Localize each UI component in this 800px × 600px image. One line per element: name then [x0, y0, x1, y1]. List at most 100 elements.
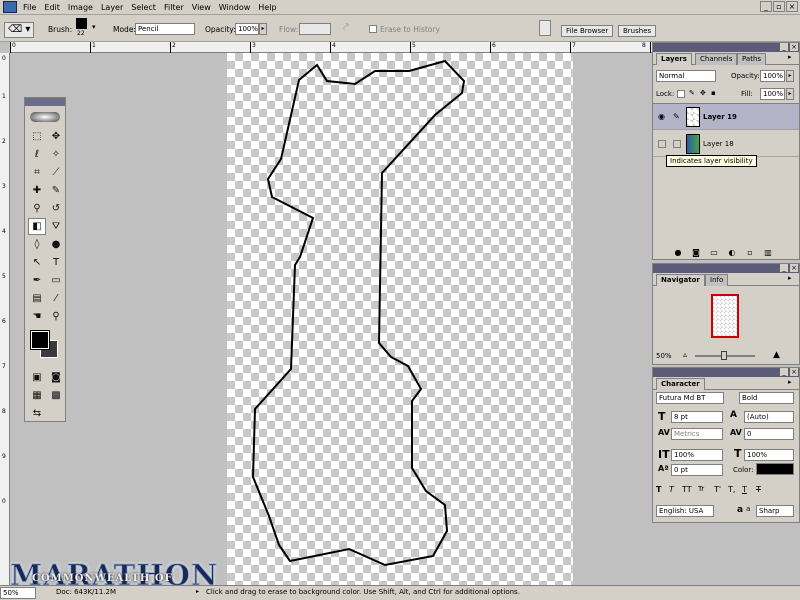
healing-brush-tool-icon[interactable]: ✚: [28, 182, 46, 199]
slice-tool-icon[interactable]: ⟋: [47, 164, 65, 181]
opacity-input[interactable]: 100%: [235, 23, 259, 35]
zoom-in-icon[interactable]: ▲: [773, 350, 780, 360]
underline-button[interactable]: T: [742, 485, 754, 497]
close-icon[interactable]: ×: [786, 1, 798, 12]
new-set-icon[interactable]: ▭: [709, 248, 719, 258]
language-select[interactable]: English: USA: [656, 505, 714, 517]
new-adjustment-layer-icon[interactable]: ◐: [727, 248, 737, 258]
panel-close-icon[interactable]: ×: [790, 43, 798, 51]
history-brush-tool-icon[interactable]: ↺: [47, 200, 65, 217]
hand-tool-icon[interactable]: ☚: [28, 308, 46, 325]
type-tool-icon[interactable]: T: [47, 254, 65, 271]
navigator-preview[interactable]: [711, 294, 739, 338]
eraser-tool-icon[interactable]: ◧: [28, 218, 46, 235]
clone-stamp-tool-icon[interactable]: ⚲: [28, 200, 46, 217]
horizontal-scale-input[interactable]: 100%: [744, 449, 794, 461]
status-zoom[interactable]: 50%: [0, 587, 36, 599]
layer-name[interactable]: Layer 19: [703, 113, 737, 121]
status-arrow-icon[interactable]: ▸: [196, 588, 199, 595]
eraser-tool-preset-icon[interactable]: ⌫ ▾: [4, 22, 34, 38]
brush-link-icon[interactable]: ✎: [673, 112, 680, 121]
airbrush-icon[interactable]: ⤤: [343, 22, 349, 33]
mode-select[interactable]: Pencil: [135, 23, 195, 35]
path-selection-tool-icon[interactable]: ↖: [28, 254, 46, 271]
fill-input[interactable]: 100%: [760, 88, 785, 100]
tab-paths[interactable]: Paths: [737, 53, 767, 65]
marquee-tool-icon[interactable]: ⬚: [28, 128, 46, 145]
panel-close-icon[interactable]: ×: [790, 368, 798, 376]
menu-help[interactable]: Help: [254, 3, 280, 12]
panel-minimize-icon[interactable]: _: [780, 264, 788, 272]
lock-transparency-checkbox[interactable]: [677, 90, 685, 98]
superscript-button[interactable]: T': [714, 485, 726, 497]
pen-tool-icon[interactable]: ✒: [28, 272, 46, 289]
zoom-tool-icon[interactable]: ⚲: [47, 308, 65, 325]
strikethrough-button[interactable]: T: [756, 485, 768, 497]
eyedropper-tool-icon[interactable]: ⁄: [47, 290, 65, 307]
menu-view[interactable]: View: [188, 3, 215, 12]
crop-tool-icon[interactable]: ⌗: [28, 164, 46, 181]
lock-all-icon[interactable]: ▪: [711, 89, 716, 97]
tab-character[interactable]: Character: [656, 378, 705, 390]
tab-info[interactable]: Info: [705, 274, 729, 286]
antialias-select[interactable]: Sharp: [756, 505, 794, 517]
lock-paint-icon[interactable]: ✎: [689, 89, 695, 97]
layer-row-layer-19[interactable]: ◉ ✎ Layer 19: [653, 104, 799, 130]
panel-minimize-icon[interactable]: _: [780, 368, 788, 376]
layers-panel-titlebar[interactable]: _ ×: [653, 43, 799, 52]
quick-mask-mode-icon[interactable]: ◙: [47, 369, 65, 386]
navigator-zoom[interactable]: 50%: [656, 352, 672, 360]
eye-visibility-icon[interactable]: ◉: [658, 112, 665, 121]
blur-tool-icon[interactable]: ◊: [28, 236, 46, 253]
faux-italic-button[interactable]: T: [669, 485, 680, 497]
notes-tool-icon[interactable]: ▤: [28, 290, 46, 307]
lock-move-icon[interactable]: ✥: [700, 89, 706, 97]
palette-well-icon[interactable]: [539, 20, 551, 36]
font-family-select[interactable]: Futura Md BT: [656, 392, 724, 404]
layer-opacity-input[interactable]: 100%: [760, 70, 785, 82]
move-tool-icon[interactable]: ✥: [47, 128, 65, 145]
erase-history-checkbox[interactable]: [369, 25, 377, 33]
adobe-eye-icon[interactable]: [25, 106, 65, 128]
panel-menu-icon[interactable]: ▸: [788, 378, 792, 386]
layer-opacity-arrow-icon[interactable]: ▸: [786, 70, 794, 82]
opacity-arrow-icon[interactable]: ▸: [259, 23, 267, 35]
tab-navigator[interactable]: Navigator: [656, 274, 705, 286]
photoshop-app-icon[interactable]: [3, 1, 17, 13]
all-caps-button[interactable]: TT: [682, 485, 696, 497]
character-panel-titlebar[interactable]: _ ×: [653, 368, 799, 377]
rectangle-tool-icon[interactable]: ▭: [47, 272, 65, 289]
tracking-input[interactable]: 0: [744, 428, 794, 440]
new-layer-icon[interactable]: ▫: [745, 248, 755, 258]
font-size-input[interactable]: 8 pt: [671, 411, 723, 423]
tab-file-browser[interactable]: File Browser: [561, 25, 614, 37]
navigator-panel-titlebar[interactable]: _ ×: [653, 264, 799, 273]
toolbox-titlebar[interactable]: [25, 98, 65, 106]
blend-mode-select[interactable]: Normal: [656, 70, 716, 82]
fullscreen-mode-icon[interactable]: ▩: [47, 387, 65, 404]
layer-row-layer-18[interactable]: Layer 18: [653, 131, 799, 157]
document-canvas[interactable]: [227, 53, 573, 585]
lasso-tool-icon[interactable]: ℓ: [28, 146, 46, 163]
menu-select[interactable]: Select: [127, 3, 160, 12]
layer-visibility-box[interactable]: [658, 140, 666, 148]
screen-mode-icon[interactable]: ▦: [28, 387, 46, 404]
minimize-icon[interactable]: _: [760, 1, 772, 12]
menu-edit[interactable]: Edit: [40, 3, 64, 12]
leading-input[interactable]: (Auto): [744, 411, 794, 423]
foreground-color-swatch[interactable]: [30, 330, 50, 350]
delete-layer-icon[interactable]: ▥: [763, 248, 773, 258]
menu-image[interactable]: Image: [64, 3, 97, 12]
menu-filter[interactable]: Filter: [160, 3, 188, 12]
brush-preview-icon[interactable]: [76, 18, 87, 29]
magic-wand-tool-icon[interactable]: ✧: [47, 146, 65, 163]
baseline-shift-input[interactable]: 0 pt: [671, 464, 723, 476]
menu-window[interactable]: Window: [215, 3, 255, 12]
small-caps-button[interactable]: Tr: [698, 485, 712, 497]
add-layer-style-icon[interactable]: ●: [673, 248, 683, 258]
flow-input[interactable]: [299, 23, 331, 35]
tab-layers[interactable]: Layers: [656, 53, 692, 65]
brush-tool-icon[interactable]: ✎: [47, 182, 65, 199]
menu-layer[interactable]: Layer: [97, 3, 127, 12]
faux-bold-button[interactable]: T: [656, 485, 667, 497]
